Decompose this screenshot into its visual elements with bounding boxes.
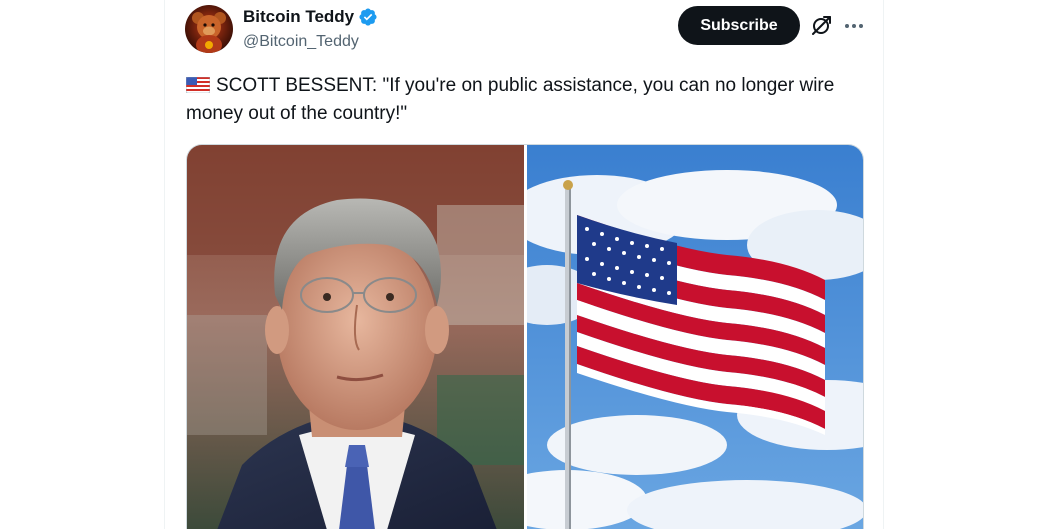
more-options-icon[interactable] [842, 14, 866, 38]
subscribe-button[interactable]: Subscribe [678, 6, 800, 45]
tweet-text: SCOTT BESSENT: "If you're on public assi… [185, 72, 866, 128]
grok-icon[interactable] [809, 14, 833, 38]
tweet-body: SCOTT BESSENT: "If you're on public assi… [186, 75, 835, 124]
portrait-photo[interactable] [187, 145, 524, 529]
author-handle[interactable]: @Bitcoin_Teddy [243, 33, 359, 51]
american-flag-photo[interactable] [527, 145, 863, 529]
media-grid [186, 144, 864, 529]
author-name-row: Bitcoin Teddy [243, 7, 378, 27]
tweet[interactable]: Bitcoin Teddy @Bitcoin_Teddy Subscribe S… [164, 0, 884, 529]
page: Bitcoin Teddy @Bitcoin_Teddy Subscribe S… [0, 0, 1050, 529]
author-display-name[interactable]: Bitcoin Teddy [243, 7, 354, 27]
us-flag-emoji-icon [185, 74, 211, 94]
verified-badge-icon[interactable] [358, 7, 378, 27]
teddy-bear-avatar-icon [185, 5, 233, 53]
author-avatar[interactable] [185, 5, 233, 53]
